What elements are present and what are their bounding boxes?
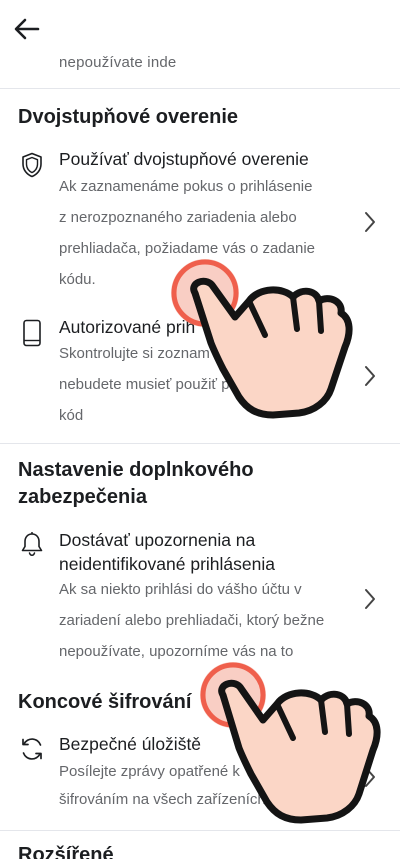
chevron-right-icon xyxy=(360,585,380,613)
extra-security-heading: Nastavenie doplnkového zabezpečenia xyxy=(18,459,254,508)
secure-storage-item[interactable]: Bezpečné úložiště Posílejte zprávy opatř… xyxy=(0,733,400,823)
unrecognized-login-alerts-item[interactable]: Dostávať upozornenia na neidentifikované… xyxy=(0,528,400,668)
use-two-step-description: Ak zaznamenáme pokus o prihlásenie z ner… xyxy=(59,178,316,288)
shield-icon xyxy=(18,151,46,179)
login-alerts-description: Ak sa niekto prihlási do vášho účtu v za… xyxy=(59,581,325,660)
section-divider xyxy=(0,443,400,444)
two-step-heading: Dvojstupňové overenie xyxy=(18,106,239,128)
chevron-right-icon xyxy=(360,763,380,791)
authorized-logins-item[interactable]: Autorizované prih Skontrolujte si zoznam… xyxy=(0,315,400,435)
encryption-heading: Koncové šifrování xyxy=(18,691,192,713)
partial-description-text: nepoužívate inde xyxy=(59,54,177,71)
back-button[interactable] xyxy=(10,12,44,46)
phone-icon xyxy=(18,319,46,347)
authorized-logins-description: Skontrolujte si zoznam nebudete musieť p… xyxy=(59,345,230,424)
chevron-right-icon xyxy=(360,208,380,236)
use-two-step-item[interactable]: Používať dvojstupňové overenie Ak zaznam… xyxy=(0,145,400,295)
top-bar xyxy=(0,0,400,56)
bell-icon xyxy=(18,530,46,558)
section-divider xyxy=(0,88,400,89)
sync-icon xyxy=(18,735,46,763)
use-two-step-title: Používať dvojstupňové overenie xyxy=(59,149,309,169)
authorized-logins-title: Autorizované prih xyxy=(59,317,196,337)
secure-storage-title: Bezpečné úložiště xyxy=(59,734,202,754)
advanced-heading: Rozšířené xyxy=(18,844,114,859)
arrow-left-icon xyxy=(14,18,40,40)
section-divider xyxy=(0,830,400,831)
login-alerts-title: Dostávať upozornenia na neidentifikované… xyxy=(59,530,275,574)
secure-storage-description: Posílejte zprávy opatřené k šifrováním n… xyxy=(59,763,266,808)
chevron-right-icon xyxy=(360,362,380,390)
